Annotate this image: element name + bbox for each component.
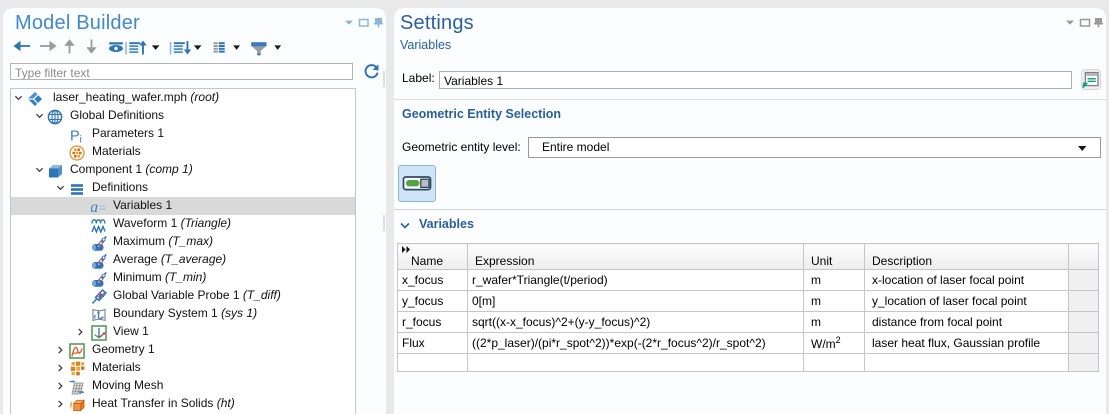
svg-text:=: = — [99, 200, 106, 214]
svg-text:a: a — [91, 199, 98, 216]
svg-text:P: P — [70, 129, 80, 145]
